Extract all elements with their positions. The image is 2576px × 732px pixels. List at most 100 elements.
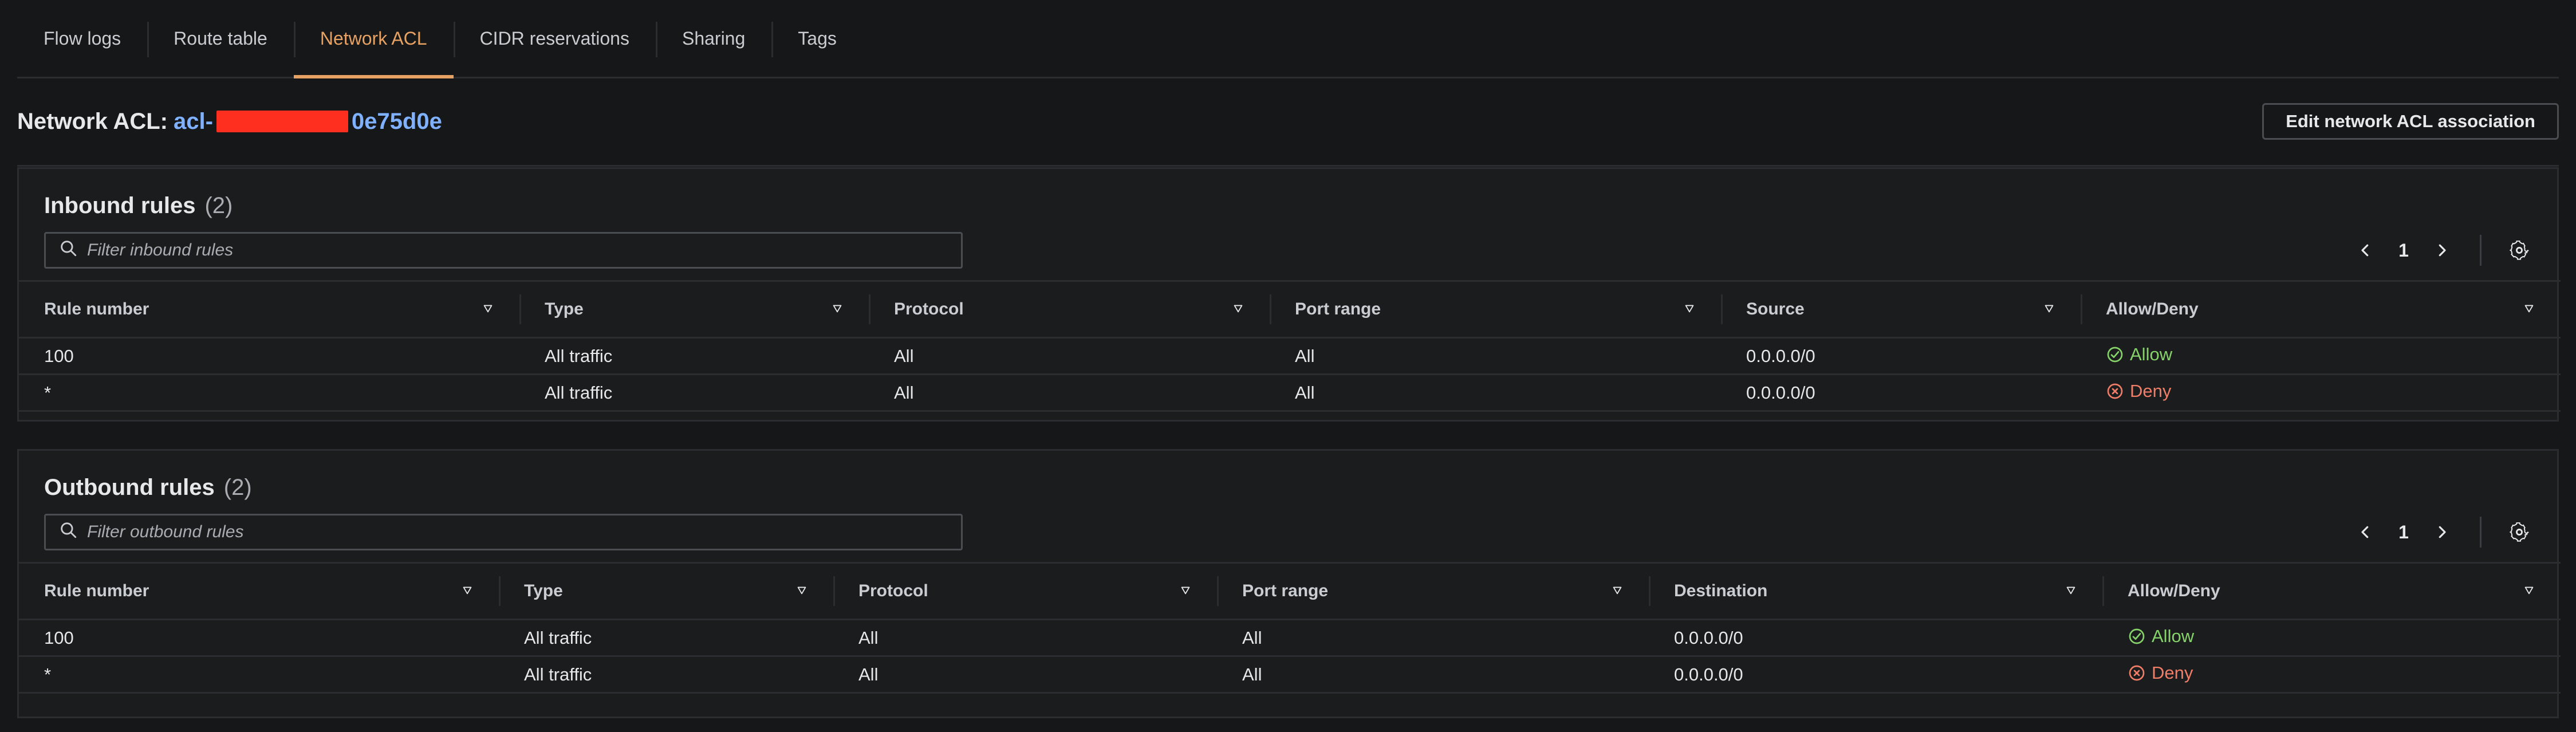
network-acl-id-link[interactable]: acl- 0e75d0e [174,109,442,135]
allow-deny-cell: Deny [2081,375,2561,411]
network-acl-id-suffix: 0e75d0e [351,108,442,134]
table-row: 100 All traffic All All 0.0.0.0/0 Allow [19,338,2561,375]
check-circle-icon [2128,627,2146,646]
column-type[interactable]: Type [519,281,869,338]
allow-deny-cell: Allow [2081,338,2561,375]
sort-icon[interactable] [482,300,494,319]
rule-number-cell: * [44,382,52,403]
x-circle-icon [2106,382,2124,400]
deny-status: Deny [2128,663,2193,683]
outbound-rules-search[interactable]: Filter outbound rules [44,514,963,550]
gear-icon[interactable] [2507,520,2532,545]
tab-route-table[interactable]: Route table [147,0,294,77]
rule-number-cell: * [44,664,52,684]
rule-number-cell: 100 [44,627,74,648]
outbound-rules-panel: Outbound rules (2) Filter outbound rules… [17,449,2561,718]
protocol-cell: All [894,382,914,403]
tab-tags[interactable]: Tags [771,0,863,77]
inbound-rules-title: Inbound rules [44,192,196,218]
deny-label: Deny [2130,380,2172,401]
check-circle-icon [2106,345,2124,364]
column-rule-number[interactable]: Rule number [19,281,519,338]
tab-bar: Flow logs Route table Network ACL CIDR r… [17,0,2559,78]
tab-cidr-reservations[interactable]: CIDR reservations [453,0,656,77]
chevron-left-icon[interactable] [2353,520,2378,545]
chevron-left-icon[interactable] [2353,238,2378,263]
source-cell: 0.0.0.0/0 [1746,382,1815,403]
search-icon [58,238,78,262]
pagination-separator [2480,235,2482,266]
rule-number-cell: 100 [44,345,74,366]
port-range-cell: All [1242,627,1262,648]
chevron-right-icon[interactable] [2429,238,2455,263]
column-source[interactable]: Source [1721,281,2081,338]
gear-icon[interactable] [2507,238,2532,263]
search-icon [58,520,78,544]
column-protocol[interactable]: Protocol [833,563,1217,620]
column-protocol[interactable]: Protocol [869,281,1270,338]
outbound-rules-count: (2) [223,474,252,500]
deny-label: Deny [2152,662,2193,683]
network-acl-page: Flow logs Route table Network ACL CIDR r… [0,0,2576,732]
column-port-range[interactable]: Port range [1217,563,1649,620]
column-allow-deny[interactable]: Allow/Deny [2102,563,2561,620]
sort-icon[interactable] [2065,581,2077,601]
inbound-rules-count: (2) [204,192,233,218]
inbound-rules-search-placeholder: Filter inbound rules [87,241,234,259]
protocol-cell: All [858,664,879,684]
column-port-range[interactable]: Port range [1270,281,1721,338]
column-allow-deny[interactable]: Allow/Deny [2081,281,2561,338]
sort-icon[interactable] [1611,581,1624,601]
network-acl-id-prefix: acl- [173,108,213,134]
inbound-rules-header: Inbound rules (2) [44,185,2532,226]
protocol-cell: All [894,345,914,366]
outbound-rules-pagination: 1 [2353,514,2532,550]
tab-network-acl[interactable]: Network ACL [293,0,454,78]
network-acl-label: Network ACL: [17,108,168,134]
chevron-right-icon[interactable] [2429,520,2455,545]
redaction-block [216,111,348,132]
pagination-separator [2480,517,2482,548]
sort-icon[interactable] [831,300,844,319]
outbound-page-number[interactable]: 1 [2397,522,2410,543]
type-cell: All traffic [524,664,592,684]
inbound-rules-panel: Inbound rules (2) Filter inbound rules 1 [17,167,2561,422]
x-circle-icon [2128,664,2146,682]
sort-icon[interactable] [2523,300,2535,319]
outbound-rules-header: Outbound rules (2) [44,467,2532,508]
inbound-rules-pagination: 1 [2353,232,2532,269]
type-cell: All traffic [524,627,592,648]
sort-icon[interactable] [1232,300,1244,319]
sort-icon[interactable] [461,581,474,601]
column-rule-number[interactable]: Rule number [19,563,499,620]
destination-cell: 0.0.0.0/0 [1674,627,1743,648]
header-divider [17,165,2559,167]
table-header-row: Rule number Type Protocol Port range Sou… [19,281,2561,338]
type-cell: All traffic [545,345,613,366]
allow-deny-cell: Allow [2102,620,2561,656]
tab-flow-logs[interactable]: Flow logs [17,0,147,77]
port-range-cell: All [1242,664,1262,684]
tab-sharing[interactable]: Sharing [655,0,771,77]
table-header-row: Rule number Type Protocol Port range Des… [19,562,2561,620]
sort-icon[interactable] [795,581,808,601]
type-cell: All traffic [545,382,613,403]
protocol-cell: All [858,627,879,648]
sort-icon[interactable] [2043,300,2055,319]
sort-icon[interactable] [1179,581,1192,601]
destination-cell: 0.0.0.0/0 [1674,664,1743,684]
outbound-rules-table: Rule number Type Protocol Port range Des… [19,562,2561,694]
allow-status: Allow [2106,344,2172,365]
network-acl-title: Network ACL: acl- 0e75d0e [17,109,442,135]
column-destination[interactable]: Destination [1649,563,2102,620]
column-type[interactable]: Type [499,563,833,620]
inbound-rules-search[interactable]: Filter inbound rules [44,232,963,269]
allow-label: Allow [2130,344,2173,364]
sort-icon[interactable] [1683,300,1696,319]
sort-icon[interactable] [2523,581,2535,601]
allow-label: Allow [2152,625,2195,646]
inbound-page-number[interactable]: 1 [2397,240,2410,261]
allow-status: Allow [2128,626,2194,647]
port-range-cell: All [1295,345,1315,366]
edit-network-acl-association-button[interactable]: Edit network ACL association [2262,103,2559,140]
